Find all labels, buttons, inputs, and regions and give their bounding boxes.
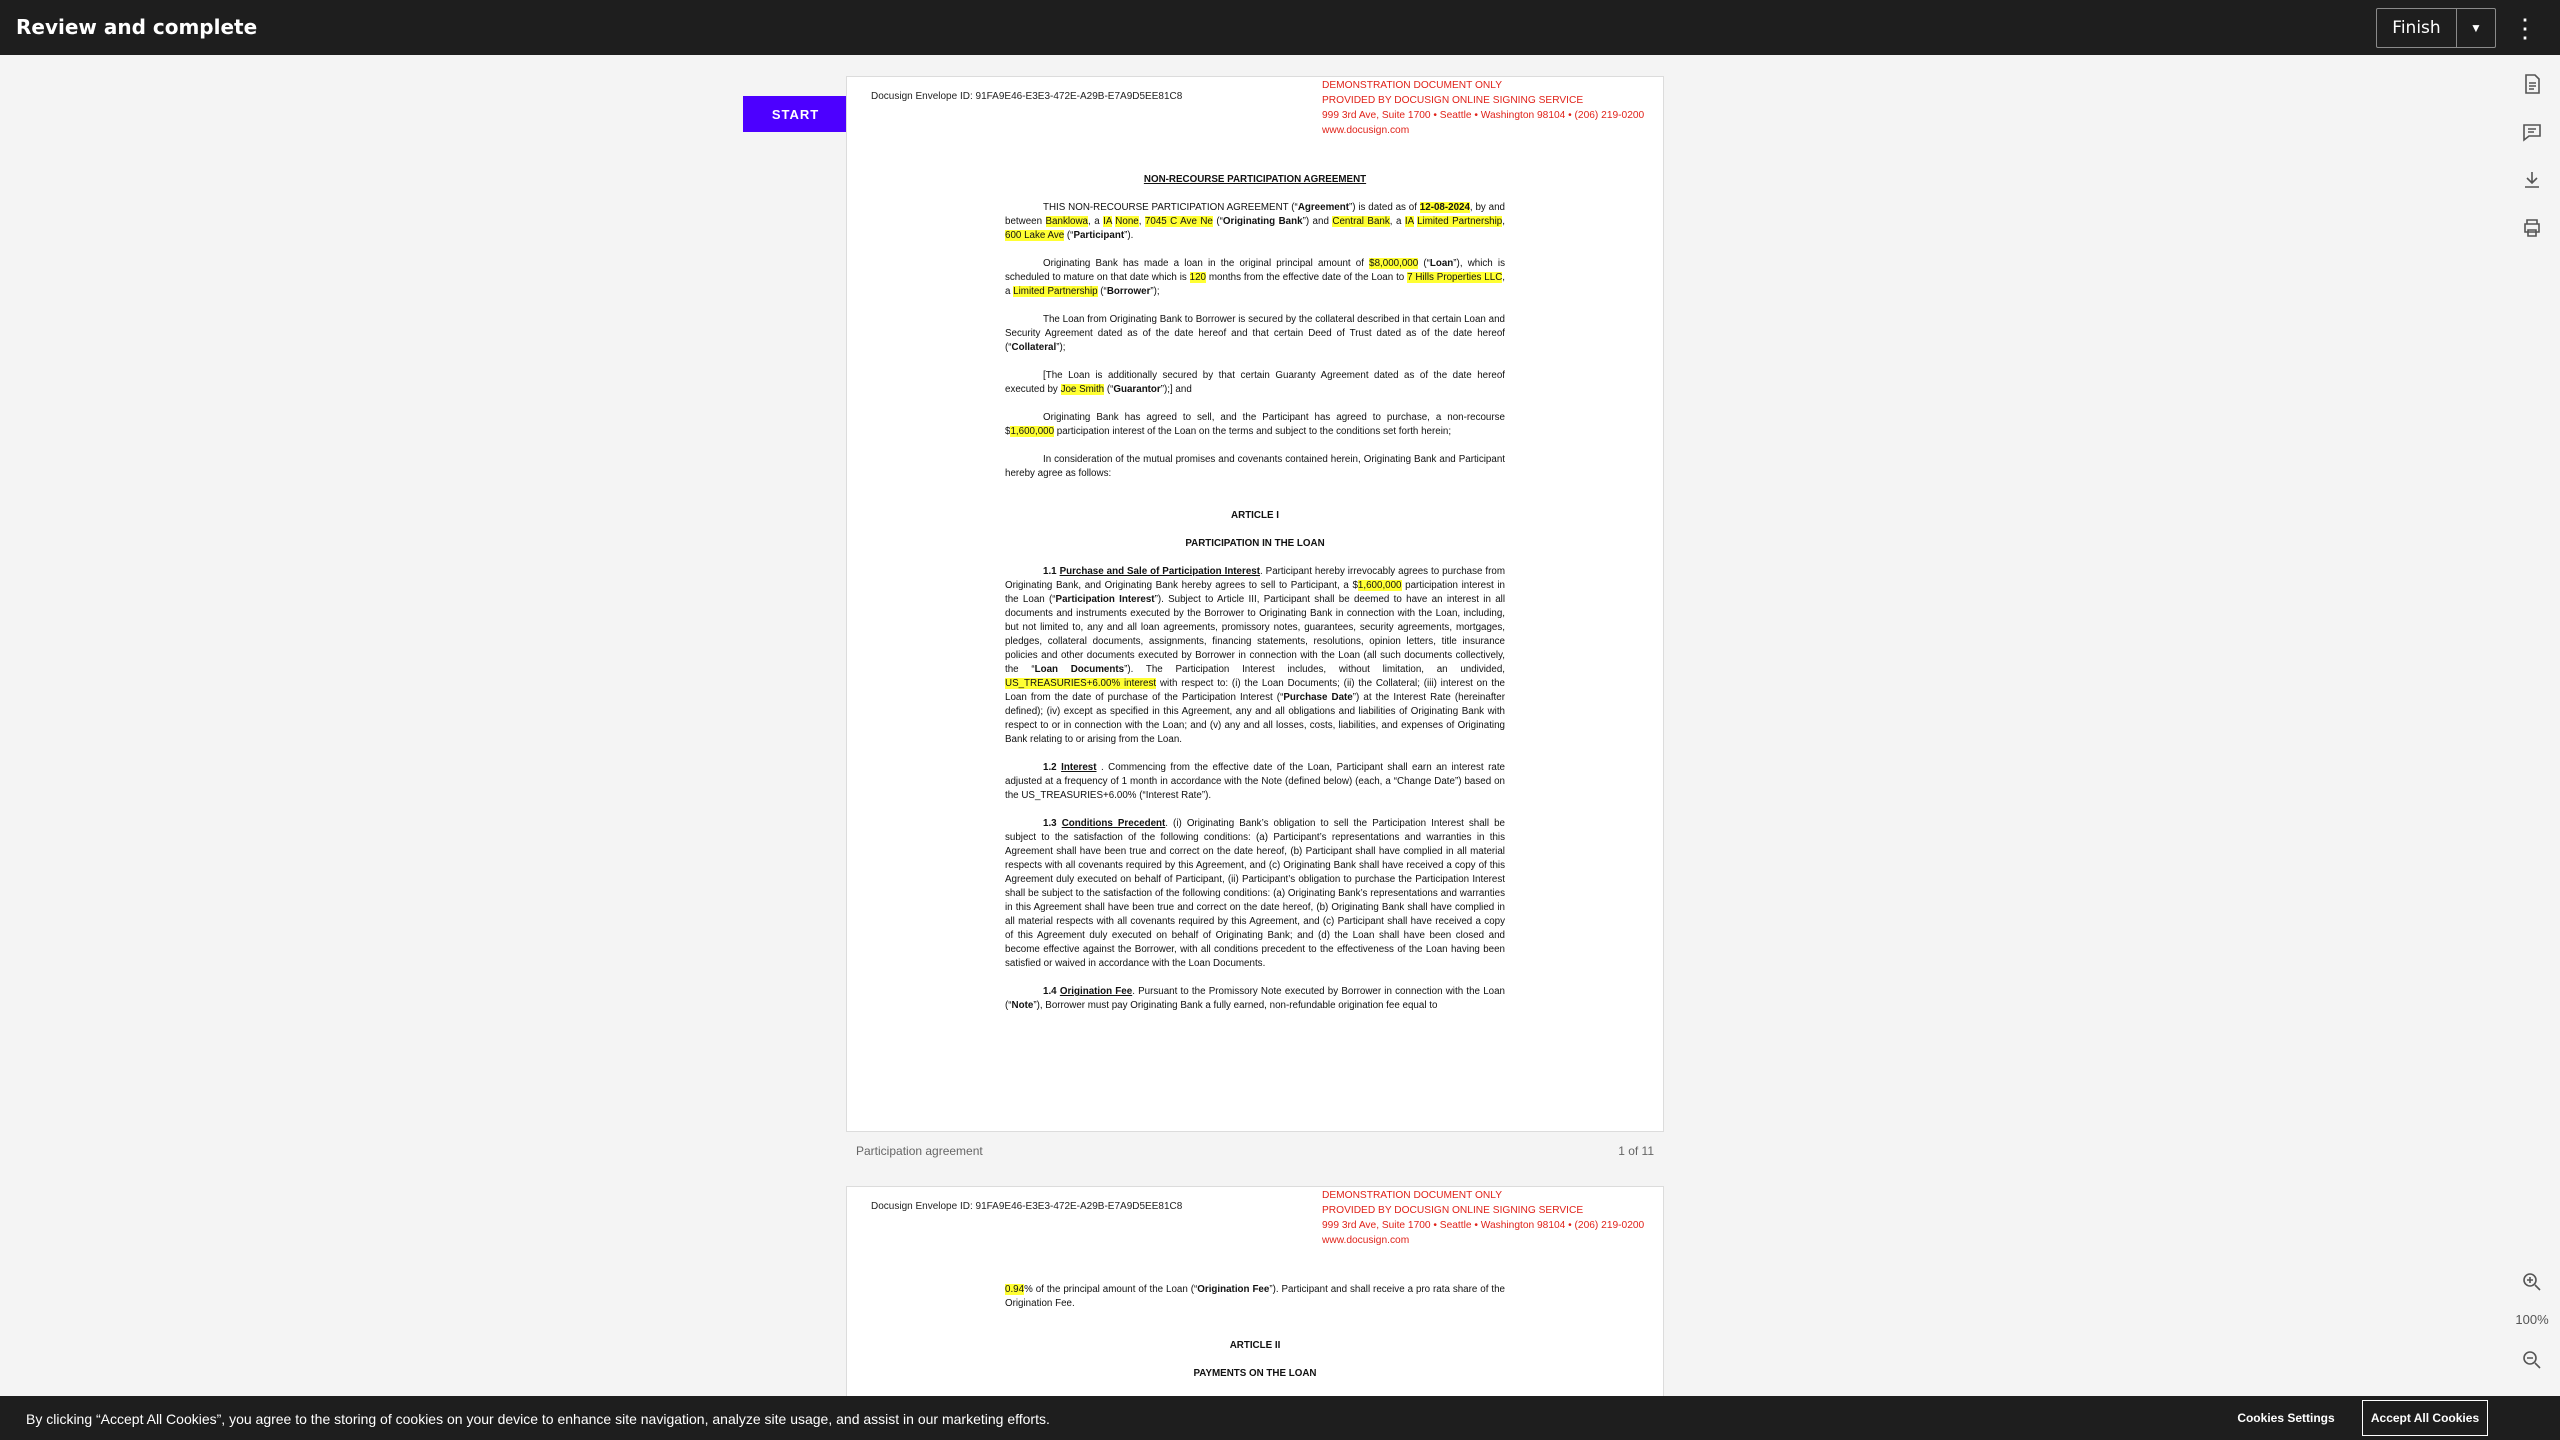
accept-cookies-button[interactable]: Accept All Cookies	[2362, 1400, 2488, 1436]
origination-pct-field[interactable]: 0.94	[1005, 1284, 1025, 1295]
state-type-field[interactable]: None	[1115, 216, 1139, 227]
envelope-id: Docusign Envelope ID: 91FA9E46-E3E3-472E…	[871, 1201, 1183, 1212]
guarantor-field[interactable]: Joe Smith	[1060, 384, 1105, 395]
print-icon[interactable]	[2518, 214, 2546, 242]
zoom-level: 100%	[2515, 1312, 2549, 1327]
state-field[interactable]: IA	[1103, 216, 1112, 227]
top-bar: Review and complete Finish ▼ ⋮	[0, 0, 2560, 55]
interest-rate-field[interactable]: US_TREASURIES+6.00% interest	[1005, 678, 1157, 689]
demo-line: PROVIDED BY DOCUSIGN ONLINE SIGNING SERV…	[1322, 1205, 1584, 1216]
bank-name-field[interactable]: Banklowa	[1045, 216, 1088, 227]
article-title: PAYMENTS ON THE LOAN	[1193, 1368, 1317, 1379]
envelope-id: Docusign Envelope ID: 91FA9E46-E3E3-472E…	[871, 91, 1183, 102]
finish-button-group: Finish ▼	[2376, 8, 2496, 48]
participant-type-field[interactable]: Limited Partnership	[1417, 216, 1503, 227]
borrower-field[interactable]: 7 Hills Properties LLC	[1407, 272, 1503, 283]
demo-line: DEMONSTRATION DOCUMENT ONLY	[1322, 1190, 1502, 1201]
participant-state-field[interactable]: IA	[1404, 216, 1414, 227]
document-body: 0.94% of the principal amount of the Loa…	[1005, 1283, 1505, 1395]
download-icon[interactable]	[2518, 166, 2546, 194]
bank-address-field[interactable]: 7045 C Ave Ne	[1144, 216, 1213, 227]
demo-line: 999 3rd Ave, Suite 1700 • Seattle • Wash…	[1322, 1220, 1645, 1231]
participation-amount-field[interactable]: 1,600,000	[1010, 426, 1055, 437]
paragraph: Originating Bank has made a loan in the …	[1005, 258, 1506, 297]
zoom-out-icon[interactable]	[2518, 1346, 2546, 1374]
paragraph: 1.1 Purchase and Sale of Participation I…	[1005, 566, 1506, 745]
document-name: Participation agreement	[856, 1144, 983, 1158]
borrower-type-field[interactable]: Limited Partnership	[1013, 286, 1098, 297]
date-field[interactable]: 12-08-2024	[1419, 202, 1470, 213]
demo-watermark: DEMONSTRATION DOCUMENT ONLY PROVIDED BY …	[1322, 78, 1644, 138]
participation-amount-field[interactable]: 1,600,000	[1357, 580, 1402, 591]
article-heading: ARTICLE II	[1229, 1340, 1281, 1351]
paragraph: The Loan from Originating Bank to Borrow…	[1005, 314, 1505, 353]
caret-down-icon[interactable]: ▼	[2457, 9, 2495, 47]
paragraph: THIS NON-RECOURSE PARTICIPATION AGREEMEN…	[1005, 202, 1505, 241]
zoom-in-icon[interactable]	[2518, 1268, 2546, 1296]
paragraph: 0.94% of the principal amount of the Loa…	[1005, 1284, 1505, 1309]
demo-line: PROVIDED BY DOCUSIGN ONLINE SIGNING SERV…	[1322, 95, 1584, 106]
cookie-banner: By clicking “Accept All Cookies”, you ag…	[0, 1396, 2560, 1440]
document-title: NON-RECOURSE PARTICIPATION AGREEMENT	[1143, 174, 1367, 185]
demo-line: www.docusign.com	[1322, 1235, 1410, 1246]
document-body: NON-RECOURSE PARTICIPATION AGREEMENT THI…	[1005, 173, 1505, 1027]
page-title: Review and complete	[16, 15, 258, 39]
paragraph: [The Loan is additionally secured by tha…	[1005, 370, 1505, 395]
paragraph: 1.4 Origination Fee. Pursuant to the Pro…	[1005, 986, 1505, 1011]
page-count: 1 of 11	[1618, 1144, 1654, 1158]
demo-line: 999 3rd Ave, Suite 1700 • Seattle • Wash…	[1322, 110, 1645, 121]
cookie-settings-button[interactable]: Cookies Settings	[2226, 1402, 2346, 1434]
demo-watermark: DEMONSTRATION DOCUMENT ONLY PROVIDED BY …	[1322, 1188, 1644, 1248]
loan-amount-field[interactable]: $8,000,000	[1369, 258, 1419, 269]
start-button[interactable]: START	[743, 96, 848, 132]
article-title: PARTICIPATION IN THE LOAN	[1185, 538, 1325, 549]
participant-address-field[interactable]: 600 Lake Ave	[1005, 230, 1065, 241]
comment-icon[interactable]	[2518, 118, 2546, 146]
article-heading: ARTICLE I	[1231, 510, 1279, 521]
cookie-text: By clicking “Accept All Cookies”, you ag…	[26, 1411, 1050, 1427]
paragraph: Originating Bank has agreed to sell, and…	[1005, 412, 1505, 437]
finish-button[interactable]: Finish	[2377, 9, 2457, 47]
participant-field[interactable]: Central Bank	[1332, 216, 1390, 227]
paragraph: 1.3 Conditions Precedent. (i) Originatin…	[1005, 818, 1505, 969]
demo-line: DEMONSTRATION DOCUMENT ONLY	[1322, 80, 1502, 91]
document-page-1[interactable]: Docusign Envelope ID: 91FA9E46-E3E3-472E…	[846, 76, 1664, 1132]
demo-line: www.docusign.com	[1322, 125, 1410, 136]
kebab-menu-icon[interactable]: ⋮	[2512, 12, 2538, 44]
paragraph: 1.2 Interest . Commencing from the effec…	[1005, 762, 1505, 801]
paragraph: In consideration of the mutual promises …	[1005, 454, 1505, 479]
months-field[interactable]: 120	[1189, 272, 1207, 283]
document-icon[interactable]	[2518, 70, 2546, 98]
